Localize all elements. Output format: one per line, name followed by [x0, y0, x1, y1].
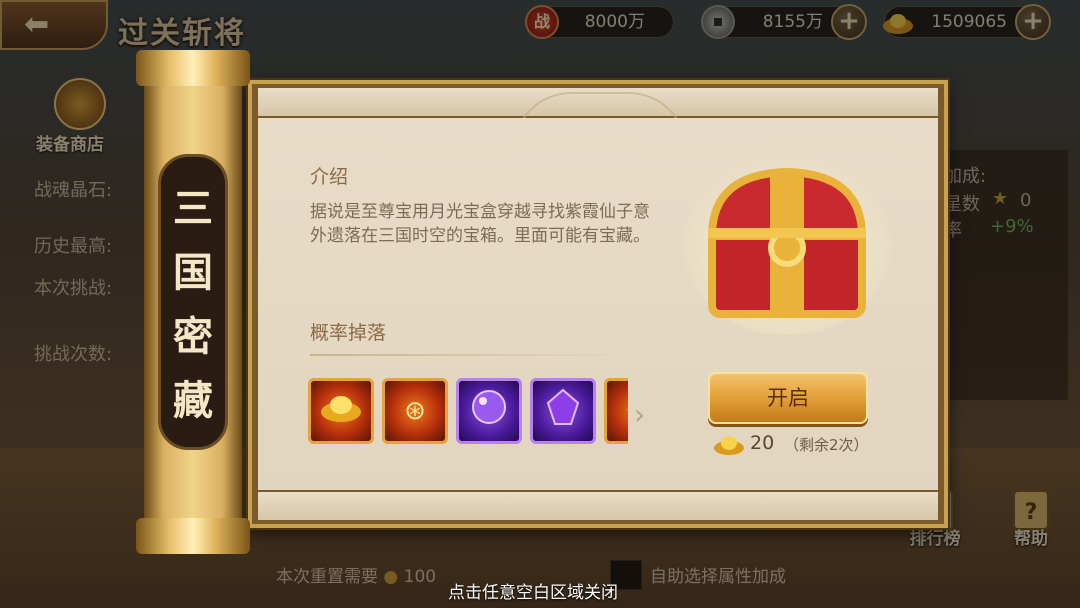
purple-crystal-icon — [543, 387, 583, 435]
scroll-rod-bottom — [136, 518, 250, 554]
scroll-title-char: 密 — [173, 313, 213, 360]
purple-orb-icon — [469, 387, 509, 435]
close-hint: 点击任意空白区域关闭 — [448, 583, 618, 603]
fire-item-icon: ✦ — [624, 394, 628, 429]
gold-ingot-icon — [712, 432, 746, 456]
scroll-rod-top — [136, 50, 250, 86]
gold-ingot-icon — [318, 390, 364, 432]
heaven-orb-icon: ⊛ — [404, 396, 426, 426]
scroll-panel: 三国密藏 — [158, 154, 228, 450]
cost-amount: 20 — [750, 432, 775, 454]
drop-items-list[interactable]: ⊛ ✦ — [308, 374, 628, 448]
scroll-title-char: 国 — [173, 249, 213, 296]
drop-item[interactable] — [456, 378, 522, 444]
intro-heading: 介绍 — [310, 166, 349, 188]
scroll-title-char: 藏 — [173, 377, 213, 424]
scroll-title: 三国密藏 — [161, 177, 225, 433]
title-scroll: 三国密藏 — [130, 50, 256, 560]
drop-item[interactable]: ✦ — [604, 378, 628, 444]
drop-item[interactable]: ⊛ — [382, 378, 448, 444]
intro-text: 据说是至尊宝用月光宝盒穿越寻找紫霞仙子意外遗落在三国时空的宝箱。里面可能有宝藏。 — [310, 202, 650, 246]
drop-item[interactable] — [308, 378, 374, 444]
scroll-title-text: 三国密藏 — [161, 177, 225, 433]
modal-bottom-border — [258, 492, 938, 520]
treasure-chest-image — [682, 144, 892, 336]
remaining-count: （剩余2次） — [784, 436, 869, 454]
drop-heading: 概率掉落 — [310, 322, 387, 344]
scroll-title-char: 三 — [173, 185, 213, 232]
open-button[interactable]: 开启 — [708, 372, 868, 424]
drop-divider — [310, 354, 632, 356]
drop-item[interactable] — [530, 378, 596, 444]
chevron-right-icon[interactable]: › — [634, 398, 645, 431]
modal-top-border — [258, 88, 938, 150]
treasure-modal: 介绍 据说是至尊宝用月光宝盒穿越寻找紫霞仙子意外遗落在三国时空的宝箱。里面可能有… — [248, 80, 948, 528]
